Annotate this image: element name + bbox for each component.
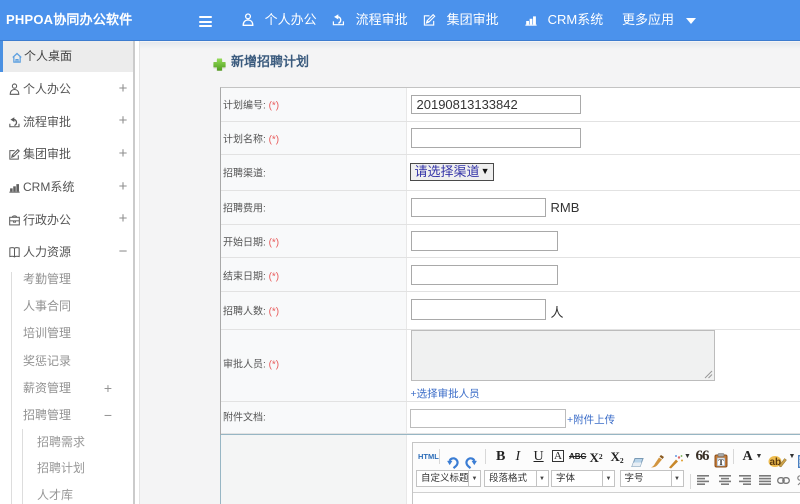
svg-text:T: T — [718, 457, 724, 466]
